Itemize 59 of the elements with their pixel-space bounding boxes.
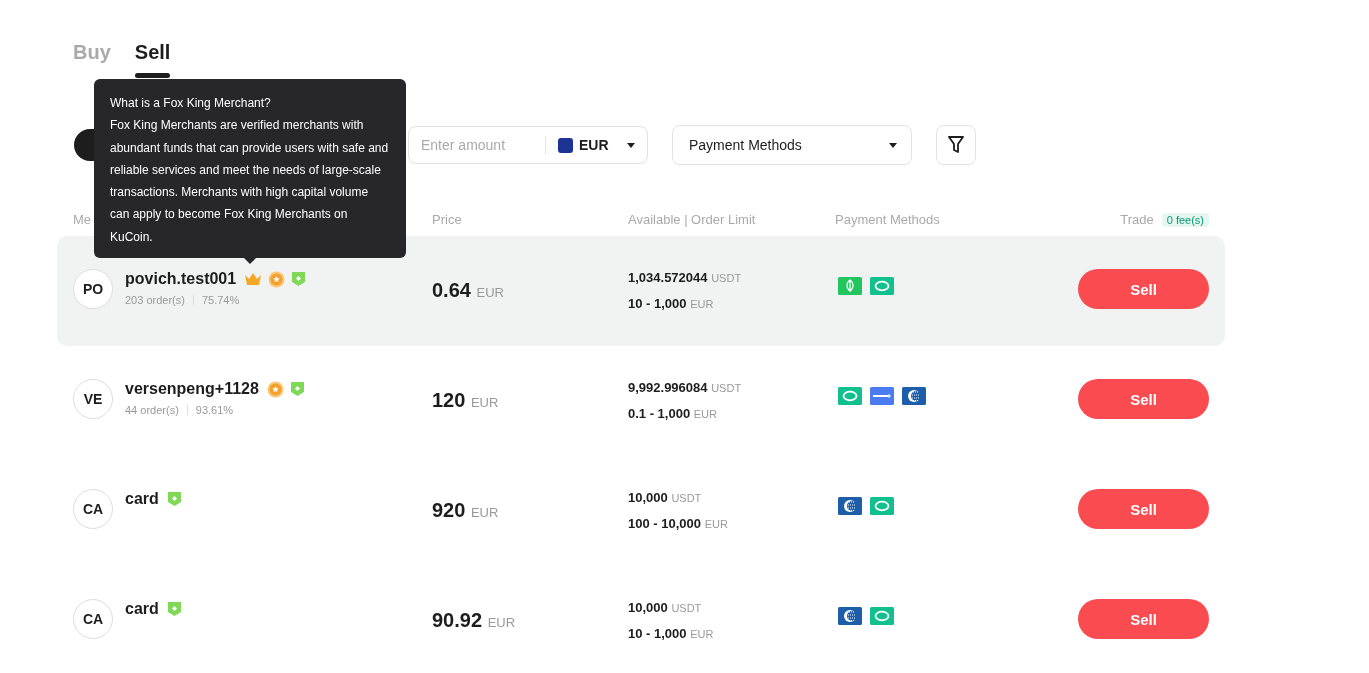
crown-icon	[244, 272, 263, 286]
medal-icon	[268, 270, 286, 288]
wallet-logo-icon	[870, 387, 894, 405]
available-amount: 9,992.996084 USDT	[628, 379, 743, 397]
fee-tag: 0 fee(s)	[1161, 212, 1209, 227]
column-header: Payment Methods	[835, 212, 940, 227]
shield-icon	[166, 601, 182, 617]
price: 120 EUR	[432, 389, 500, 412]
tooltip-title: What is a Fox King Merchant?	[110, 95, 272, 112]
table-row[interactable]: CA card 90.92 EUR 10,000 USDT 10 - 1,000 EUR Sell	[57, 566, 1225, 673]
currency-label[interactable]: EUR	[579, 137, 609, 153]
shield-icon	[166, 491, 182, 507]
order-limit: 10 - 1,000 EUR	[628, 295, 715, 313]
column-header: Price	[432, 212, 462, 227]
table-row[interactable]: VE versenpeng+1128 44 order(s) 93.61% 120 EUR 9,992.996084 USDT 0.1 - 1,000 EUR Sell	[57, 346, 1225, 456]
order-limit: 100 - 10,000 EUR	[628, 515, 729, 533]
price: 90.92 EUR	[432, 609, 517, 632]
available-amount: 10,000 USDT	[628, 599, 703, 617]
chat-bubble-icon	[870, 607, 894, 625]
caret-icon	[889, 142, 897, 148]
payment-methods-dropdown[interactable]: Payment Methods	[672, 125, 912, 165]
amount-field[interactable]: Enter amount EUR	[408, 126, 648, 164]
euro-icon	[558, 137, 573, 153]
column-header: Me	[73, 212, 92, 227]
available-amount: 1,034.572044 USDT	[628, 269, 743, 287]
chat-bubble-icon	[870, 277, 894, 295]
shield-icon	[289, 381, 305, 397]
column-header: Trade	[1120, 212, 1154, 227]
globe-icon	[902, 387, 926, 405]
merchant-name[interactable]: versenpeng+1128	[125, 380, 259, 398]
price: 0.64 EUR	[432, 279, 505, 302]
avatar: CA	[73, 599, 113, 639]
column-header: Available | Order Limit	[628, 212, 756, 227]
merchant-name[interactable]: card	[125, 490, 159, 508]
tab[interactable]: Sell	[134, 40, 171, 78]
completion-rate: 93.61%	[195, 404, 234, 416]
price: 920 EUR	[432, 499, 500, 522]
globe-icon	[838, 607, 862, 625]
medal-icon	[266, 380, 284, 398]
caret-icon	[627, 142, 635, 148]
avatar: CA	[73, 489, 113, 529]
available-amount: 10,000 USDT	[628, 489, 703, 507]
filter-button[interactable]	[936, 125, 976, 165]
shield-icon	[291, 271, 307, 287]
avatar: VE	[73, 379, 113, 419]
leaf-icon	[838, 277, 862, 295]
merchant-name[interactable]: card	[125, 600, 159, 618]
table-row[interactable]: CA card 920 EUR 10,000 USDT 100 - 10,000 EUR Sell	[57, 456, 1225, 566]
chat-bubble-icon	[838, 387, 862, 405]
order-count: 203 order(s)	[125, 294, 185, 306]
order-limit: 10 - 1,000 EUR	[628, 625, 715, 643]
order-count: 44 order(s)	[125, 404, 179, 416]
avatar: PO	[73, 269, 113, 309]
merchant-name[interactable]: povich.test001	[125, 270, 237, 288]
chat-bubble-icon	[870, 497, 894, 515]
order-limit: 0.1 - 1,000 EUR	[628, 405, 718, 423]
globe-icon	[838, 497, 862, 515]
completion-rate: 75.74%	[201, 294, 240, 306]
filter-icon	[948, 136, 964, 154]
